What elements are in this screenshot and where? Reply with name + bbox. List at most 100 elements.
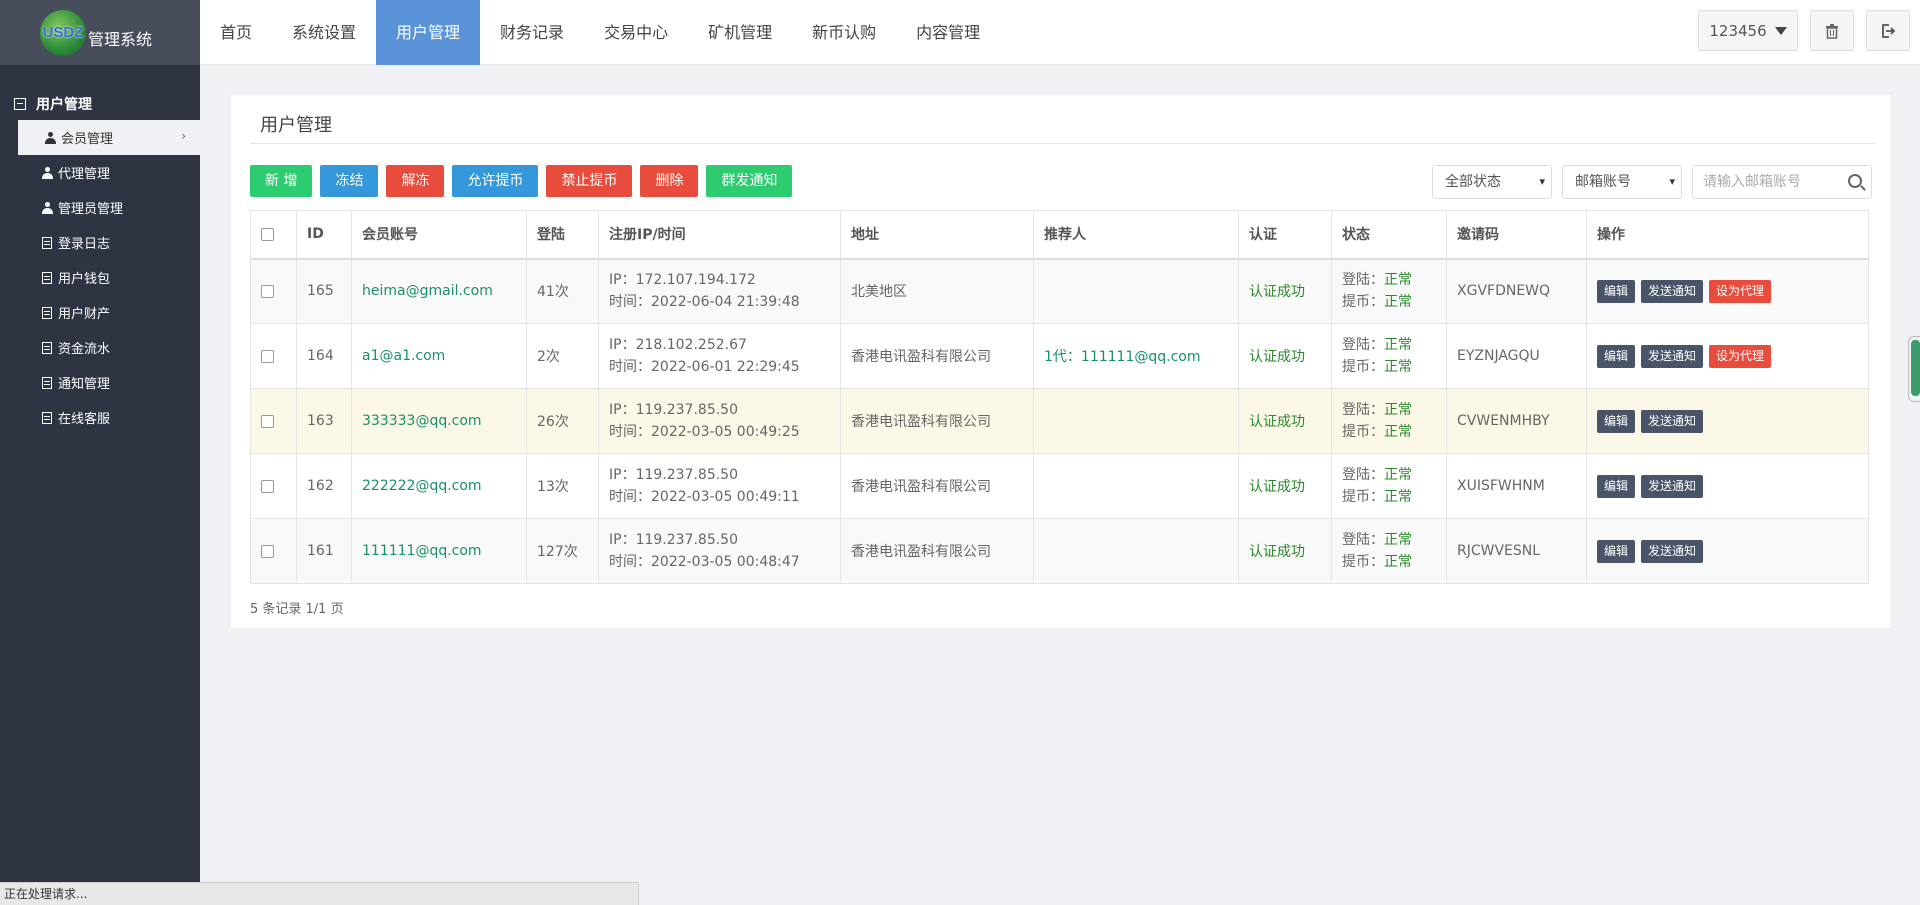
cell-status: 登陆：正常 提币：正常 bbox=[1331, 323, 1447, 389]
tab-trading-center[interactable]: 交易中心 bbox=[584, 0, 688, 65]
cell-referrer bbox=[1033, 518, 1239, 584]
search-input[interactable] bbox=[1693, 166, 1833, 198]
send-notice-button[interactable]: 发送通知 bbox=[1641, 539, 1704, 563]
broadcast-notice-button[interactable]: 群发通知 bbox=[706, 165, 793, 197]
login-label: 登陆： bbox=[1342, 467, 1384, 483]
sidebar-group-title: 用户管理 bbox=[36, 96, 92, 113]
field-select[interactable]: 邮箱账号 bbox=[1562, 165, 1682, 199]
send-notice-button[interactable]: 发送通知 bbox=[1641, 344, 1704, 368]
login-status: 正常 bbox=[1384, 402, 1412, 418]
col-account[interactable]: 会员账号 bbox=[351, 210, 527, 260]
row-checkbox[interactable] bbox=[261, 544, 274, 558]
delete-button[interactable]: 删除 bbox=[640, 165, 699, 197]
cell-status: 登陆：正常 提币：正常 bbox=[1331, 453, 1447, 519]
allow-withdraw-button[interactable]: 允许提币 bbox=[452, 165, 539, 197]
cell-auth: 认证成功 bbox=[1238, 518, 1332, 584]
cell-register: IP：119.237.85.50 时间：2022-03-05 00:48:47 bbox=[598, 518, 841, 584]
chevron-right-icon: › bbox=[181, 129, 186, 143]
row-checkbox[interactable] bbox=[261, 479, 274, 493]
col-logins[interactable]: 登陆 bbox=[526, 210, 599, 260]
user-dropdown-button[interactable]: 123456 bbox=[1698, 10, 1798, 51]
sidebar-item-login-log[interactable]: 登录日志 bbox=[0, 225, 200, 260]
cell-account-link[interactable]: heima@gmail.com bbox=[351, 258, 527, 324]
logout-button[interactable] bbox=[1866, 10, 1910, 51]
cell-invite-code: XGVFDNEWQ bbox=[1446, 258, 1587, 324]
tab-system-settings[interactable]: 系统设置 bbox=[272, 0, 376, 65]
search-icon[interactable] bbox=[1848, 174, 1862, 188]
cell-referrer bbox=[1033, 453, 1239, 519]
freeze-button[interactable]: 冻结 bbox=[320, 165, 379, 197]
cell-register: IP：172.107.194.172 时间：2022-06-04 21:39:48 bbox=[598, 258, 841, 324]
unfreeze-button[interactable]: 解冻 bbox=[386, 165, 445, 197]
row-checkbox[interactable] bbox=[261, 349, 274, 363]
sidebar-item-member-management[interactable]: 会员管理 › bbox=[15, 120, 200, 155]
collapse-icon[interactable] bbox=[14, 97, 26, 110]
withdraw-label: 提币： bbox=[1342, 554, 1384, 570]
cell-actions: 编辑 发送通知 bbox=[1586, 388, 1869, 454]
send-notice-button[interactable]: 发送通知 bbox=[1641, 474, 1704, 498]
add-button[interactable]: 新 增 bbox=[250, 165, 313, 197]
sidebar-item-agent-management[interactable]: 代理管理 bbox=[0, 155, 200, 190]
cell-account-link[interactable]: a1@a1.com bbox=[351, 323, 527, 389]
edit-button[interactable]: 编辑 bbox=[1597, 279, 1636, 303]
withdraw-status: 正常 bbox=[1384, 359, 1412, 375]
cell-status: 登陆：正常 提币：正常 bbox=[1331, 258, 1447, 324]
sidebar-item-online-support[interactable]: 在线客服 bbox=[0, 400, 200, 435]
user-label: 123456 bbox=[1709, 21, 1767, 40]
set-agent-button[interactable]: 设为代理 bbox=[1709, 279, 1772, 303]
trash-icon bbox=[1826, 23, 1838, 39]
cell-logins: 41次 bbox=[526, 258, 599, 324]
tab-new-coin-subscription[interactable]: 新币认购 bbox=[792, 0, 896, 65]
row-checkbox[interactable] bbox=[261, 284, 274, 298]
row-select-cell bbox=[250, 518, 297, 584]
tab-home[interactable]: 首页 bbox=[200, 0, 272, 65]
sidebar-group-user-management[interactable]: 用户管理 bbox=[0, 65, 200, 120]
cell-account-link[interactable]: 333333@qq.com bbox=[351, 388, 527, 454]
sidebar-item-user-wallet[interactable]: 用户钱包 bbox=[0, 260, 200, 295]
edit-button[interactable]: 编辑 bbox=[1597, 539, 1636, 563]
sidebar-item-fund-flow[interactable]: 资金流水 bbox=[0, 330, 200, 365]
col-register-ip-time[interactable]: 注册IP/时间 bbox=[598, 210, 841, 260]
logo[interactable]: USDZ 管理系统 bbox=[0, 0, 200, 65]
register-ip: IP：172.107.194.172 bbox=[609, 272, 756, 289]
table-row: 163 333333@qq.com 26次 IP：119.237.85.50 时间… bbox=[250, 388, 1869, 454]
row-checkbox[interactable] bbox=[261, 414, 274, 428]
tab-finance-records[interactable]: 财务记录 bbox=[480, 0, 584, 65]
col-status[interactable]: 状态 bbox=[1331, 210, 1447, 260]
cell-account-link[interactable]: 222222@qq.com bbox=[351, 453, 527, 519]
send-notice-button[interactable]: 发送通知 bbox=[1641, 279, 1704, 303]
sidebar-item-label: 通知管理 bbox=[58, 377, 111, 392]
edit-button[interactable]: 编辑 bbox=[1597, 474, 1636, 498]
cell-account-link[interactable]: 111111@qq.com bbox=[351, 518, 527, 584]
send-notice-button[interactable]: 发送通知 bbox=[1641, 409, 1704, 433]
col-referrer[interactable]: 推荐人 bbox=[1033, 210, 1239, 260]
sidebar-item-admin-management[interactable]: 管理员管理 bbox=[0, 190, 200, 225]
tab-user-management[interactable]: 用户管理 bbox=[376, 0, 481, 65]
col-actions: 操作 bbox=[1586, 210, 1869, 260]
edit-button[interactable]: 编辑 bbox=[1597, 409, 1636, 433]
forbid-withdraw-button[interactable]: 禁止提币 bbox=[546, 165, 633, 197]
top-nav: 首页 系统设置 用户管理 财务记录 交易中心 矿机管理 新币认购 内容管理 12… bbox=[200, 0, 1920, 65]
cell-invite-code: EYZNJAGQU bbox=[1446, 323, 1587, 389]
col-auth[interactable]: 认证 bbox=[1238, 210, 1332, 260]
scrollbar-thumb[interactable] bbox=[1908, 336, 1920, 402]
list-icon bbox=[41, 306, 53, 319]
cell-actions: 编辑 发送通知 bbox=[1586, 518, 1869, 584]
cell-auth: 认证成功 bbox=[1238, 258, 1332, 324]
clear-cache-button[interactable] bbox=[1810, 10, 1854, 51]
cell-logins: 2次 bbox=[526, 323, 599, 389]
tab-miner-management[interactable]: 矿机管理 bbox=[688, 0, 792, 65]
select-all-checkbox[interactable] bbox=[261, 227, 274, 241]
set-agent-button[interactable]: 设为代理 bbox=[1709, 344, 1772, 368]
tab-content-management[interactable]: 内容管理 bbox=[896, 0, 1000, 65]
status-select[interactable]: 全部状态 bbox=[1432, 165, 1552, 199]
col-address[interactable]: 地址 bbox=[840, 210, 1034, 260]
col-invite-code[interactable]: 邀请码 bbox=[1446, 210, 1587, 260]
sidebar-item-user-assets[interactable]: 用户财产 bbox=[0, 295, 200, 330]
edit-button[interactable]: 编辑 bbox=[1597, 344, 1636, 368]
row-select-cell bbox=[250, 388, 297, 454]
sidebar-item-notice-management[interactable]: 通知管理 bbox=[0, 365, 200, 400]
col-id[interactable]: ID bbox=[296, 210, 352, 260]
row-select-cell bbox=[250, 323, 297, 389]
register-ip: IP：218.102.252.67 bbox=[609, 337, 747, 353]
